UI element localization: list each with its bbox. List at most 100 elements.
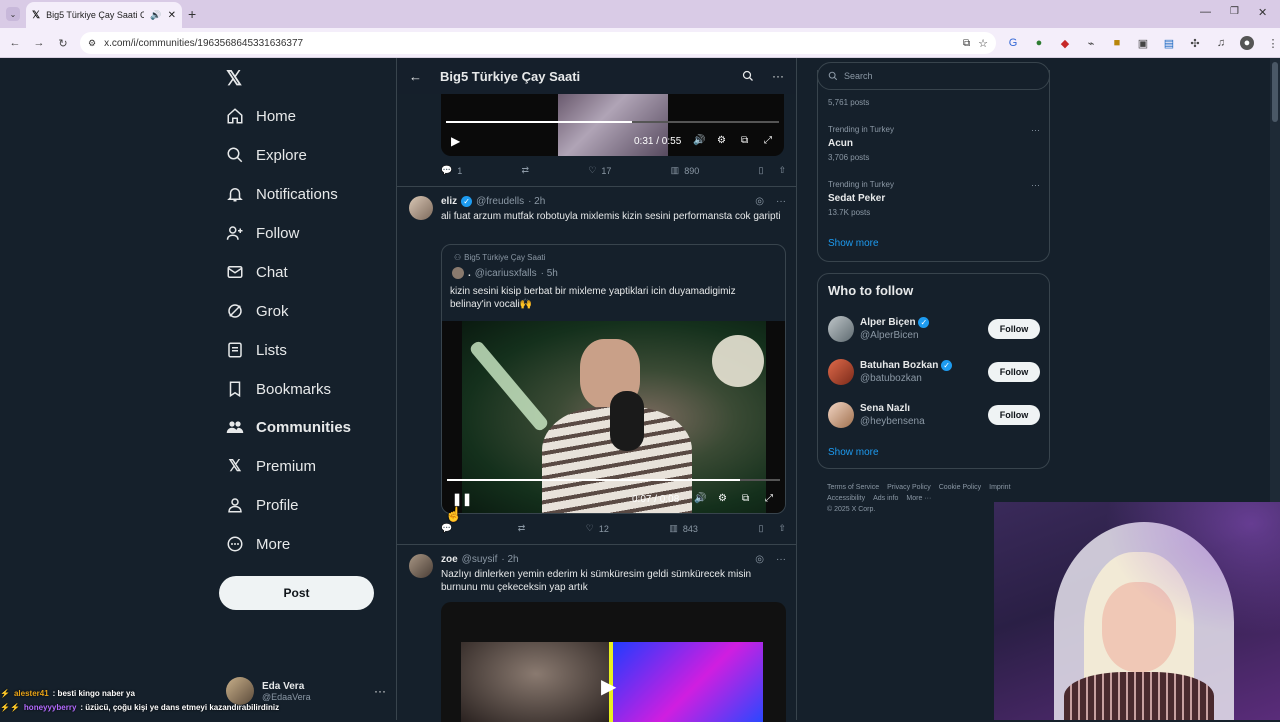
tab-close-icon[interactable]: ✕ (168, 10, 176, 21)
pause-icon[interactable]: ❚❚ (452, 492, 472, 506)
footer-link[interactable]: More ··· (906, 495, 931, 502)
footer-link[interactable]: Cookie Policy (939, 484, 981, 491)
browser-menu-icon[interactable]: ⋮ (1266, 36, 1280, 50)
grok-icon[interactable]: ◎ (755, 554, 764, 565)
author-handle[interactable]: @suysif (462, 554, 498, 565)
trend-item[interactable]: Trending in Turkey Acun 3,706 posts ··· (828, 125, 1040, 162)
trends-show-more-link[interactable]: Show more (828, 238, 879, 249)
bookmark-button[interactable]: ▯ ⇧ (758, 523, 786, 534)
reply-button[interactable]: 💬 (441, 523, 457, 534)
forward-icon[interactable]: → (32, 36, 46, 50)
puzzle-icon[interactable]: ✣ (1188, 36, 1202, 50)
volume-icon[interactable]: 🔊 (693, 135, 705, 146)
new-tab-icon[interactable]: + (188, 6, 196, 22)
nav-notifications[interactable]: Notifications (226, 179, 338, 209)
nav-follow[interactable]: Follow (226, 218, 299, 248)
restore-icon[interactable]: ❐ (1230, 6, 1239, 17)
media-icon[interactable]: ♫ (1214, 36, 1228, 50)
video-player[interactable]: ▶ (441, 602, 786, 722)
trend-item[interactable]: Trending in Turkey Sedat Peker 13.7K pos… (828, 180, 1040, 217)
play-icon[interactable]: ▶ (601, 674, 616, 699)
video-player[interactable]: ▶ 0:31 / 0:55 🔊 ⚙ ⧉ ⤢ (441, 94, 784, 156)
footer-link[interactable]: Ads info (873, 495, 898, 502)
author-name[interactable]: eliz (441, 196, 457, 207)
nav-profile[interactable]: Profile (226, 490, 299, 520)
window-close-icon[interactable]: ✕ (1258, 6, 1267, 19)
views-button[interactable]: ▥ 843 (669, 523, 698, 534)
follow-show-more-link[interactable]: Show more (828, 447, 879, 458)
extension-icon[interactable]: ◆ (1058, 36, 1072, 50)
avatar[interactable] (409, 196, 433, 220)
views-button[interactable]: ▥ 890 (671, 165, 700, 176)
back-icon[interactable]: ← (8, 36, 22, 50)
share-icon[interactable]: ⇧ (778, 165, 786, 176)
tab-list-button[interactable]: ⌄ (6, 7, 20, 21)
settings-icon[interactable]: ⚙ (718, 493, 727, 504)
fullscreen-icon[interactable]: ⤢ (765, 493, 773, 504)
search-input[interactable]: Search (844, 71, 873, 81)
follow-button[interactable]: Follow (988, 319, 1040, 339)
avatar[interactable] (409, 554, 433, 578)
author-handle[interactable]: @freudells (476, 196, 524, 207)
like-button[interactable]: ♡ 12 (586, 523, 609, 534)
extension-icon[interactable]: ● (1032, 36, 1046, 50)
follow-suggestion[interactable]: Alper Biçen ✓ @AlperBicen Follow (828, 314, 1040, 344)
nav-lists[interactable]: Lists (226, 335, 287, 365)
footer-link[interactable]: Accessibility (827, 495, 865, 502)
minimize-icon[interactable]: — (1200, 6, 1211, 18)
translate-icon[interactable]: G (1006, 36, 1020, 50)
pip-icon[interactable]: ⧉ (742, 493, 749, 504)
more-dots-icon[interactable]: ··· (776, 554, 786, 565)
x-logo-icon[interactable]: 𝕏 (226, 66, 248, 90)
quote-tweet[interactable]: ⚇ Big5 Türkiye Çay Saati . @icariusxfalls… (441, 244, 786, 514)
profile-avatar-icon[interactable]: ● (1240, 36, 1254, 50)
video-player[interactable]: ❚❚ 0:07 / 0:08 🔊 ⚙ ⧉ ⤢ (442, 321, 785, 513)
nav-more[interactable]: More (226, 529, 290, 559)
video-progress-track[interactable] (447, 479, 780, 481)
post-button[interactable]: Post (219, 576, 374, 610)
extension-icon[interactable]: ▤ (1162, 36, 1176, 50)
nav-home[interactable]: Home (226, 101, 296, 131)
fullscreen-icon[interactable]: ⤢ (764, 135, 772, 146)
settings-icon[interactable]: ⚙ (717, 135, 726, 146)
address-bar[interactable]: ⚙ x.com/i/communities/196356864533163637… (80, 32, 996, 54)
footer-link[interactable]: Privacy Policy (887, 484, 931, 491)
post-time[interactable]: · 2h (528, 196, 545, 207)
repost-button[interactable]: ⇄ (522, 165, 530, 176)
reload-icon[interactable]: ↻ (56, 36, 70, 50)
more-dots-icon[interactable]: ··· (1031, 180, 1040, 190)
install-app-icon[interactable]: ⧉ (963, 38, 970, 49)
bookmark-star-icon[interactable]: ☆ (978, 37, 988, 50)
search-icon[interactable] (742, 70, 754, 82)
reply-button[interactable]: 💬 1 (441, 165, 462, 176)
volume-icon[interactable]: 🔊 (694, 493, 706, 504)
nav-communities[interactable]: Communities (226, 412, 351, 442)
back-arrow-icon[interactable]: ← (409, 69, 422, 84)
more-dots-icon[interactable]: ··· (776, 196, 786, 207)
more-dots-icon[interactable]: ··· (772, 69, 784, 83)
extension-icon[interactable]: ⌁ (1084, 36, 1098, 50)
nav-chat[interactable]: Chat (226, 257, 288, 287)
nav-bookmarks[interactable]: Bookmarks (226, 374, 331, 404)
follow-suggestion[interactable]: Batuhan Bozkan ✓ @batubozkan Follow (828, 357, 1040, 387)
follow-suggestion[interactable]: Sena Nazlı @heybensena Follow (828, 400, 1040, 430)
browser-tab[interactable]: 𝕏 Big5 Türkiye Çay Saati Com 🔊 ✕ (26, 2, 182, 28)
pip-icon[interactable]: ⧉ (741, 135, 748, 146)
search-box[interactable]: Search (817, 62, 1050, 90)
like-button[interactable]: ♡ 17 (588, 165, 611, 176)
nav-explore[interactable]: Explore (226, 140, 307, 170)
video-progress-track[interactable] (446, 121, 779, 123)
footer-link[interactable]: Imprint (989, 484, 1010, 491)
follow-button[interactable]: Follow (988, 405, 1040, 425)
more-dots-icon[interactable]: ··· (1031, 125, 1040, 135)
audio-icon[interactable]: 🔊 (150, 10, 161, 21)
repost-button[interactable]: ⇄ (518, 523, 526, 534)
grok-icon[interactable]: ◎ (755, 196, 764, 207)
footer-link[interactable]: Terms of Service (827, 484, 879, 491)
scrollbar-thumb[interactable] (1272, 62, 1278, 122)
author-name[interactable]: zoe (441, 554, 458, 565)
extension-icon[interactable]: ■ (1110, 36, 1124, 50)
post-time[interactable]: · 2h (501, 554, 518, 565)
nav-premium[interactable]: 𝕏 Premium (226, 451, 316, 481)
site-info-icon[interactable]: ⚙ (88, 38, 96, 49)
